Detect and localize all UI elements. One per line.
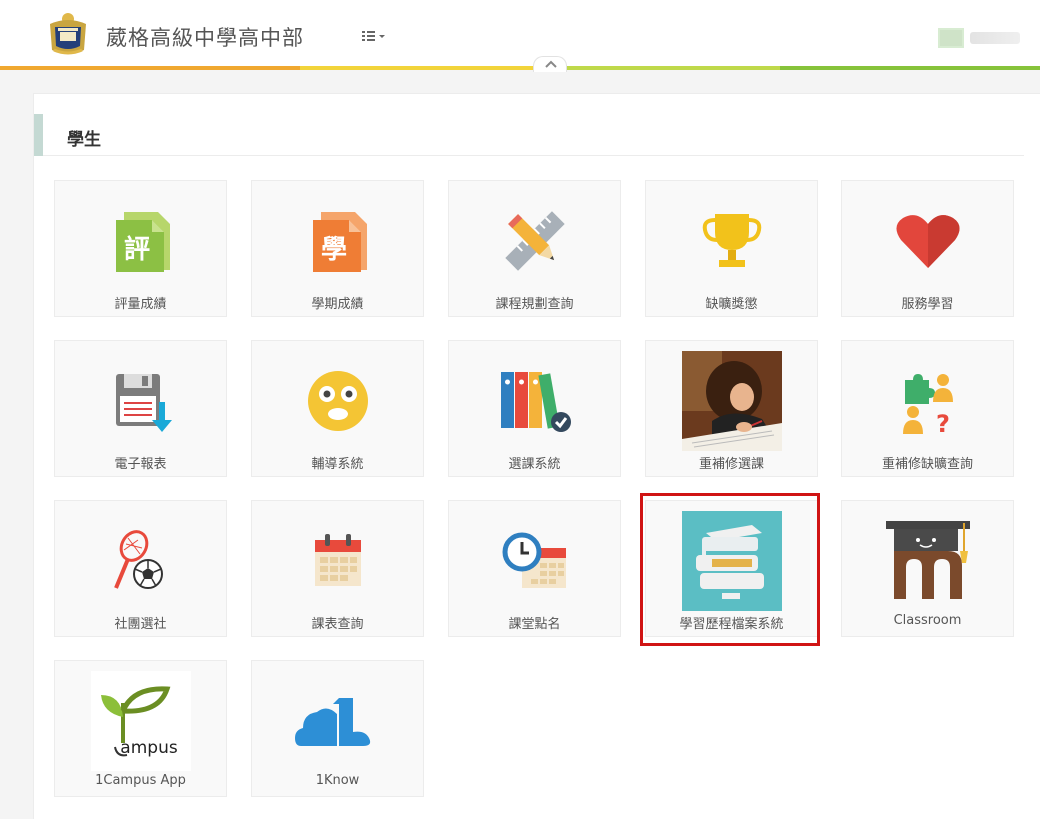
- smiley-face-icon: [288, 351, 388, 451]
- app-tile-1campus-app[interactable]: ampus 1Campus App: [54, 660, 227, 797]
- app-tile-makeup-attendance[interactable]: ? 重補修缺曠查詢: [841, 340, 1014, 477]
- app-tile-1know[interactable]: 1Know: [251, 660, 424, 797]
- tile-label: 1Campus App: [95, 773, 186, 788]
- user-name-blurred: [970, 32, 1020, 44]
- graduation-m-icon: [878, 511, 978, 611]
- app-tile-timetable[interactable]: 課表查詢: [251, 500, 424, 637]
- tile-label: 課程規劃查詢: [495, 297, 574, 312]
- svg-text:評: 評: [123, 234, 149, 265]
- header-color-bar: [0, 66, 1040, 70]
- chevron-up-icon: [545, 60, 557, 68]
- heart-icon: [878, 191, 978, 291]
- tile-label: 社團選社: [114, 617, 167, 632]
- trophy-icon: [682, 191, 782, 291]
- tile-label: Classroom: [893, 613, 962, 628]
- campus-tree-logo: ampus: [90, 671, 191, 771]
- svg-text:ampus: ampus: [120, 738, 178, 758]
- svg-text:?: ?: [936, 410, 950, 436]
- app-tile-grade[interactable]: 評 評量成績: [54, 180, 227, 317]
- app-tile-course-plan[interactable]: 課程規劃查詢: [448, 180, 621, 317]
- tile-label: 重補修選課: [698, 457, 764, 472]
- app-tile-classroom[interactable]: Classroom: [841, 500, 1014, 637]
- app-tile-club-selection[interactable]: 社團選社: [54, 500, 227, 637]
- section-accent-bar: [34, 114, 43, 156]
- svg-text:學: 學: [320, 235, 346, 265]
- app-tile-semester[interactable]: 學 學期成績: [251, 180, 424, 317]
- tile-label: 學期成績: [311, 297, 364, 312]
- grid-menu-icon: [362, 31, 385, 41]
- student-writing-photo: [681, 351, 782, 451]
- floppy-download-icon: [91, 351, 191, 451]
- cloud-one-icon: [288, 671, 388, 771]
- tile-label: 缺曠獎懲: [705, 297, 758, 312]
- puzzle-people-question-icon: ?: [878, 351, 978, 451]
- app-tile-course-selection[interactable]: 選課系統: [448, 340, 621, 477]
- tile-label: 輔導系統: [311, 457, 364, 472]
- tile-label: 服務學習: [901, 297, 954, 312]
- tile-label: 學習歷程檔案系統: [679, 617, 784, 632]
- tile-label: 選課系統: [508, 457, 561, 472]
- user-menu[interactable]: [938, 28, 1028, 48]
- tile-label: 1Know: [315, 773, 360, 788]
- section-title: 學生: [67, 130, 101, 150]
- binders-check-icon: [485, 351, 585, 451]
- grid-menu-button[interactable]: [360, 26, 394, 46]
- tile-label: 電子報表: [114, 457, 167, 472]
- tile-label: 課表查詢: [311, 617, 364, 632]
- app-tile-e-report[interactable]: 電子報表: [54, 340, 227, 477]
- pencil-ruler-icon: [485, 191, 585, 291]
- app-tile-attendance-awards[interactable]: 缺曠獎懲: [645, 180, 818, 317]
- tile-label: 課堂點名: [508, 617, 561, 632]
- avatar[interactable]: [938, 28, 964, 48]
- tile-label: 評量成績: [114, 297, 167, 312]
- app-tile-makeup-selection[interactable]: 重補修選課: [645, 340, 818, 477]
- app-tile-learning-portfolio[interactable]: 學習歷程檔案系統: [645, 500, 818, 637]
- collapse-header-button[interactable]: [533, 56, 567, 72]
- section-header: 學生: [34, 114, 1024, 156]
- racket-ball-icon: [91, 511, 191, 611]
- app-tile-service-learning[interactable]: 服務學習: [841, 180, 1014, 317]
- calendar-icon: [288, 511, 388, 611]
- grade-doc-icon: 評: [91, 191, 191, 291]
- app-header: 葳格高級中學高中部: [0, 0, 1040, 68]
- app-tile-counseling[interactable]: 輔導系統: [251, 340, 424, 477]
- school-crest-icon[interactable]: [44, 10, 92, 58]
- tile-label: 重補修缺曠查詢: [881, 457, 973, 472]
- books-graduation-icon: [681, 511, 782, 611]
- semester-doc-icon: 學: [288, 191, 388, 291]
- app-tile-roll-call[interactable]: 課堂點名: [448, 500, 621, 637]
- school-title: 葳格高級中學高中部: [106, 26, 304, 50]
- clock-calendar-icon: [485, 511, 585, 611]
